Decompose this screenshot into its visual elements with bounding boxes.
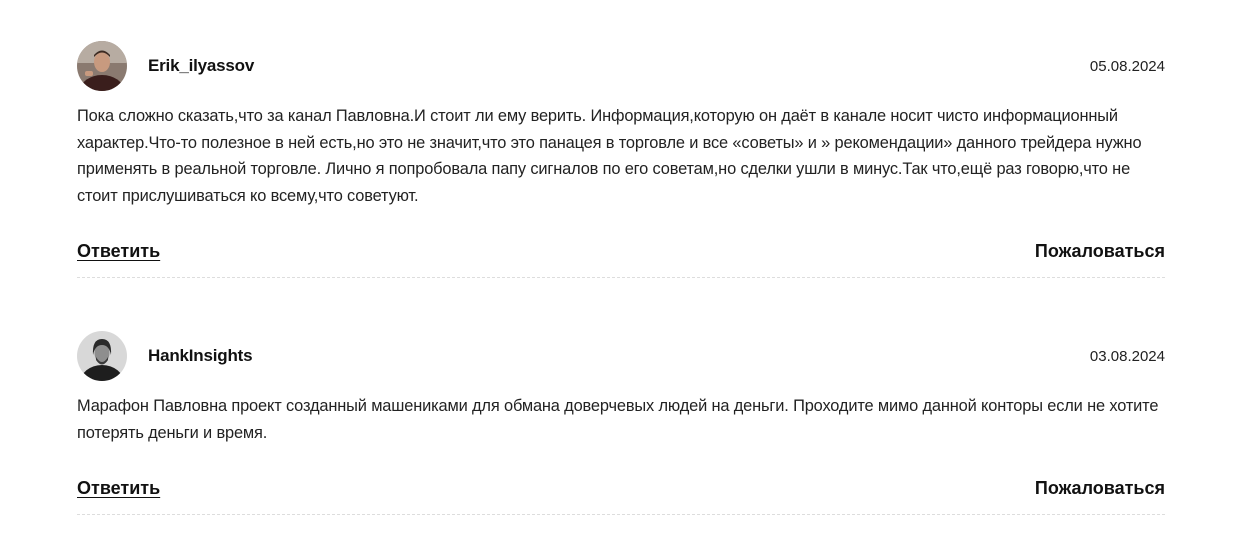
comment-header: HankInsights 03.08.2024 (77, 331, 1165, 381)
divider (77, 514, 1165, 515)
comment-date: 03.08.2024 (1089, 348, 1165, 365)
report-link[interactable]: Пожаловаться (1035, 478, 1165, 499)
user-photo-avatar-icon (77, 331, 127, 381)
comment-header: Erik_ilyassov 05.08.2024 (77, 41, 1165, 91)
reply-link[interactable]: Ответить (77, 241, 160, 262)
comment-item: HankInsights 03.08.2024 Марафон Павловна… (77, 331, 1165, 515)
comment-actions: Ответить Пожаловаться (77, 241, 1165, 271)
reply-link[interactable]: Ответить (77, 478, 160, 499)
comment-date: 05.08.2024 (1089, 58, 1165, 75)
comment-item: Erik_ilyassov 05.08.2024 Пока сложно ска… (77, 41, 1165, 278)
divider (77, 277, 1165, 278)
comment-actions: Ответить Пожаловаться (77, 478, 1165, 508)
avatar (77, 331, 127, 381)
comment-text: Марафон Павловна проект созданный машени… (77, 397, 1159, 442)
user-photo-avatar-icon (77, 41, 127, 91)
report-link[interactable]: Пожаловаться (1035, 241, 1165, 262)
comment-author: Erik_ilyassov (148, 56, 255, 75)
comment-author: HankInsights (148, 346, 253, 365)
avatar (77, 41, 127, 91)
comment-text: Пока сложно сказать,что за канал Павловн… (77, 107, 1142, 205)
